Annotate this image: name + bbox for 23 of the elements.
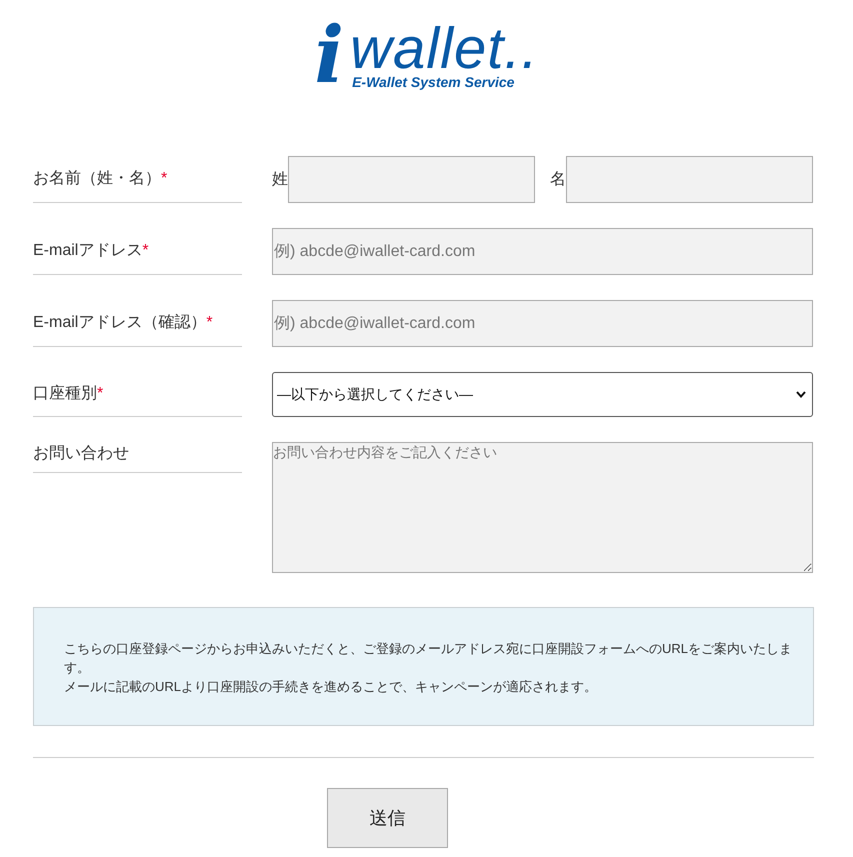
chevron-down-icon xyxy=(796,391,806,398)
required-asterisk: * xyxy=(206,313,213,333)
field-sublabel: 名 xyxy=(550,170,566,190)
field-label: お問い合わせ xyxy=(33,444,129,464)
logo-wordmark: wallet.. xyxy=(350,24,539,74)
field-label: 口座種別 xyxy=(33,384,97,404)
logo-mark: i xyxy=(314,24,344,88)
field-label: E-mailアドレス（確認） xyxy=(33,312,206,333)
notice-text: こちらの口座登録ページからお申込みいただくと、ご登録のメールアドレス宛に口座開設フォームへのURLをご案内いたします。 メールに記載のURLより口座開設の手続きを進めることで、キャンペーンが適応されます。 xyxy=(64,640,794,696)
field-sublabel: 姓 xyxy=(272,170,288,190)
input-field[interactable]: 例) abcde@iwallet-card.com xyxy=(272,228,813,275)
logo-tagline: E-Wallet System Service xyxy=(352,74,514,90)
textarea-field[interactable]: お問い合わせ内容をご記入ください xyxy=(272,442,813,573)
field-label: E-mailアドレス xyxy=(33,241,142,261)
required-asterisk: * xyxy=(161,169,168,189)
required-asterisk: * xyxy=(97,384,104,404)
field-label: お名前（姓・名） xyxy=(33,169,161,189)
required-asterisk: * xyxy=(142,241,149,261)
input-field[interactable]: 例) abcde@iwallet-card.com xyxy=(272,300,813,347)
input-field[interactable] xyxy=(288,156,535,203)
input-field[interactable] xyxy=(566,156,813,203)
select-dropdown[interactable]: —以下から選択してください— xyxy=(272,372,813,417)
submit-button[interactable]: 送信 xyxy=(327,788,448,848)
